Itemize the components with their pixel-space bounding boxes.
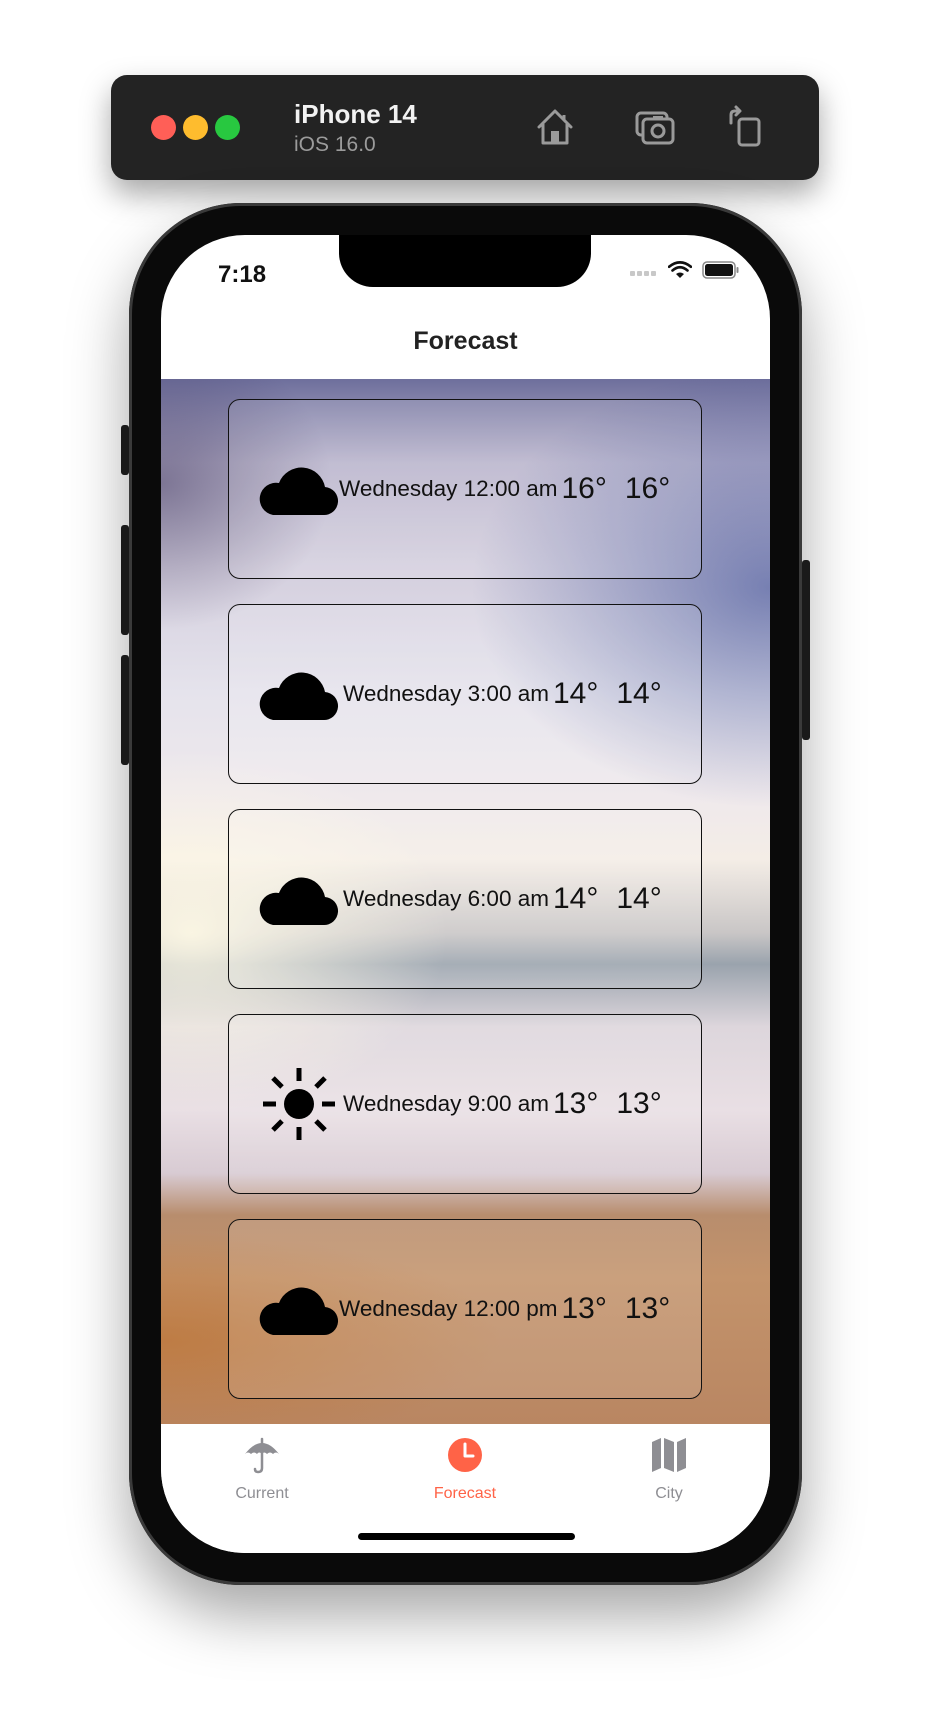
- status-icons: [630, 261, 740, 284]
- forecast-card: Wednesday 12:00 am 16° 16°: [228, 399, 702, 579]
- forecast-time: Wednesday 12:00 pm: [339, 1296, 558, 1321]
- clock-icon: [448, 1438, 482, 1472]
- forecast-card: Wednesday 12:00 pm 13° 13°: [228, 1219, 702, 1399]
- minimize-window-button[interactable]: [183, 115, 208, 140]
- forecast-temp: 13°: [552, 1087, 599, 1120]
- cloud-icon: [259, 659, 339, 729]
- tab-label: Current: [235, 1485, 289, 1502]
- volume-up-button: [121, 525, 129, 635]
- notch: [339, 235, 591, 287]
- forecast-time: Wednesday 6:00 am: [343, 886, 549, 911]
- cloud-icon: [259, 864, 339, 934]
- forecast-time: Wednesday 12:00 am: [339, 476, 558, 501]
- forecast-feels-like: 13°: [616, 1087, 662, 1120]
- cellular-icon: [630, 264, 658, 282]
- battery-icon: [702, 261, 740, 284]
- map-icon: [652, 1438, 686, 1472]
- sun-icon: [259, 1068, 339, 1140]
- screenshot-icon[interactable]: [631, 103, 679, 151]
- forecast-temp: 16°: [561, 472, 607, 505]
- rotate-icon[interactable]: [721, 103, 769, 151]
- close-window-button[interactable]: [151, 115, 176, 140]
- tab-forecast[interactable]: Forecast: [405, 1436, 525, 1503]
- forecast-time: Wednesday 9:00 am: [343, 1091, 549, 1116]
- device-name: iPhone 14: [294, 99, 417, 129]
- volume-down-button: [121, 655, 129, 765]
- status-time: 7:18: [218, 261, 267, 288]
- tab-city[interactable]: City: [609, 1436, 729, 1503]
- forecast-feels-like: 14°: [616, 882, 662, 915]
- tab-current[interactable]: Current: [202, 1436, 322, 1503]
- tab-label: Forecast: [433, 1485, 497, 1502]
- page-title: Forecast: [413, 327, 518, 355]
- tab-label: City: [655, 1485, 683, 1502]
- simulator-toolbar: iPhone 14 iOS 16.0: [111, 75, 819, 180]
- home-icon[interactable]: [531, 103, 579, 151]
- forecast-card: Wednesday 3:00 am 14° 14°: [228, 604, 702, 784]
- forecast-temp: 14°: [552, 677, 599, 710]
- forecast-feels-like: 16°: [624, 472, 671, 505]
- forecast-card: Wednesday 9:00 am 13° 13°: [228, 1014, 702, 1194]
- cloud-icon: [259, 454, 339, 524]
- wifi-icon: [667, 261, 693, 284]
- os-version: iOS 16.0: [294, 133, 376, 156]
- mute-switch: [121, 425, 129, 475]
- power-button: [802, 560, 810, 740]
- forecast-feels-like: 14°: [616, 677, 662, 710]
- forecast-temp: 14°: [552, 882, 599, 915]
- forecast-card: Wednesday 6:00 am 14° 14°: [228, 809, 702, 989]
- forecast-temp: 13°: [561, 1292, 607, 1325]
- forecast-feels-like: 13°: [624, 1292, 671, 1325]
- phone-screen: 7:18 Forecast Wednesday 12:00 am 16° 16°: [161, 235, 770, 1553]
- umbrella-icon: [245, 1437, 279, 1474]
- home-indicator[interactable]: [358, 1533, 575, 1540]
- forecast-time: Wednesday 3:00 am: [343, 681, 549, 706]
- cloud-icon: [259, 1274, 339, 1344]
- forecast-list[interactable]: Wednesday 12:00 am 16° 16° Wednesday 3:0…: [161, 379, 770, 1424]
- zoom-window-button[interactable]: [215, 115, 240, 140]
